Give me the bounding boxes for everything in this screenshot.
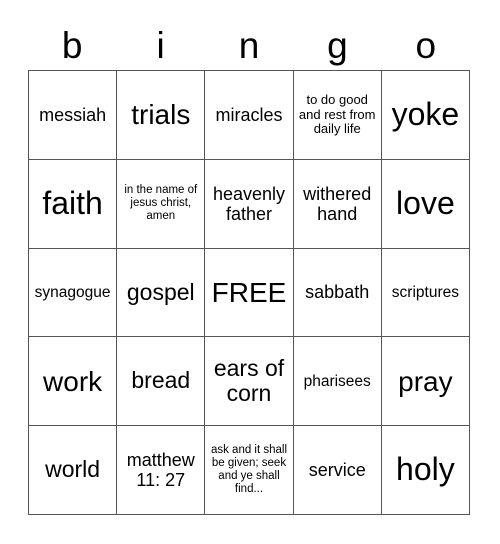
bingo-cell-g4[interactable]: pharisees	[293, 337, 382, 427]
bingo-cell-label: synagogue	[34, 283, 111, 301]
bingo-cell-o3[interactable]: scriptures	[381, 248, 470, 338]
bingo-cell-label: messiah	[39, 104, 107, 125]
bingo-cell-label: yoke	[391, 95, 460, 132]
bingo-header-row: b i n g o	[28, 20, 470, 70]
bingo-cell-label: pharisees	[303, 372, 371, 390]
bingo-cell-o1[interactable]: yoke	[381, 71, 470, 160]
bingo-header-letter-n: n	[238, 24, 260, 66]
bingo-header-letter-i: i	[156, 24, 165, 66]
bingo-cell-n2[interactable]: heavenly father	[205, 159, 294, 249]
bingo-cell-b2[interactable]: faith	[29, 159, 118, 249]
bingo-cell-label: in the name of jesus christ, amen	[124, 184, 198, 223]
bingo-cell-g5[interactable]: service	[293, 426, 382, 515]
bingo-grid: messiah trials miracles to do good and r…	[28, 70, 470, 515]
bingo-cell-n5[interactable]: ask and it shall be given; seek and ye s…	[205, 426, 294, 515]
bingo-cell-i2[interactable]: in the name of jesus christ, amen	[117, 159, 206, 249]
bingo-cell-label: faith	[42, 184, 103, 221]
bingo-cell-i3[interactable]: gospel	[117, 248, 206, 338]
bingo-cell-label: work	[43, 365, 103, 397]
bingo-cell-label: to do good and rest from daily life	[298, 92, 376, 137]
bingo-cell-label: trials	[131, 99, 191, 131]
bingo-header-letter-b: b	[61, 24, 83, 66]
bingo-cell-i1[interactable]: trials	[117, 71, 206, 160]
bingo-cell-g3[interactable]: sabbath	[293, 248, 382, 338]
bingo-cell-g1[interactable]: to do good and rest from daily life	[293, 71, 382, 160]
bingo-cell-label: bread	[131, 367, 191, 394]
bingo-cell-b5[interactable]: world	[29, 426, 118, 515]
bingo-cell-i4[interactable]: bread	[117, 337, 206, 427]
bingo-cell-label: pray	[398, 365, 453, 397]
free-space-label: FREE	[211, 276, 287, 308]
bingo-cell-label: ask and it shall be given; seek and ye s…	[210, 444, 288, 495]
bingo-cell-label: holy	[396, 451, 455, 488]
bingo-cell-label: ears of corn	[213, 354, 285, 407]
bingo-cell-g2[interactable]: withered hand	[293, 159, 382, 249]
bingo-cell-b4[interactable]: work	[29, 337, 118, 427]
bingo-cell-label: miracles	[215, 104, 283, 125]
bingo-cell-label: heavenly father	[212, 183, 286, 224]
bingo-cell-i5[interactable]: matthew 11: 27	[117, 426, 206, 515]
bingo-header-letter-g: g	[327, 24, 348, 66]
bingo-card: b i n g o messiah trials miracles to do …	[0, 0, 500, 544]
bingo-cell-o2[interactable]: love	[381, 159, 470, 249]
bingo-cell-label: love	[396, 184, 455, 221]
bingo-cell-label: sabbath	[305, 282, 370, 303]
bingo-cell-label: withered hand	[303, 183, 372, 224]
bingo-cell-b3[interactable]: synagogue	[29, 248, 118, 338]
bingo-cell-label: scriptures	[391, 283, 459, 301]
bingo-cell-n1[interactable]: miracles	[205, 71, 294, 160]
bingo-cell-b1[interactable]: messiah	[29, 71, 118, 160]
bingo-cell-label: matthew 11: 27	[126, 449, 195, 491]
bingo-header-letter-o: o	[415, 24, 437, 66]
bingo-cell-o4[interactable]: pray	[381, 337, 470, 427]
bingo-cell-n4[interactable]: ears of corn	[205, 337, 294, 427]
bingo-cell-label: gospel	[126, 278, 195, 305]
bingo-cell-free-space[interactable]: FREE	[205, 248, 294, 338]
bingo-cell-label: world	[45, 456, 101, 483]
bingo-cell-o5[interactable]: holy	[381, 426, 470, 515]
bingo-cell-label: service	[308, 460, 366, 481]
